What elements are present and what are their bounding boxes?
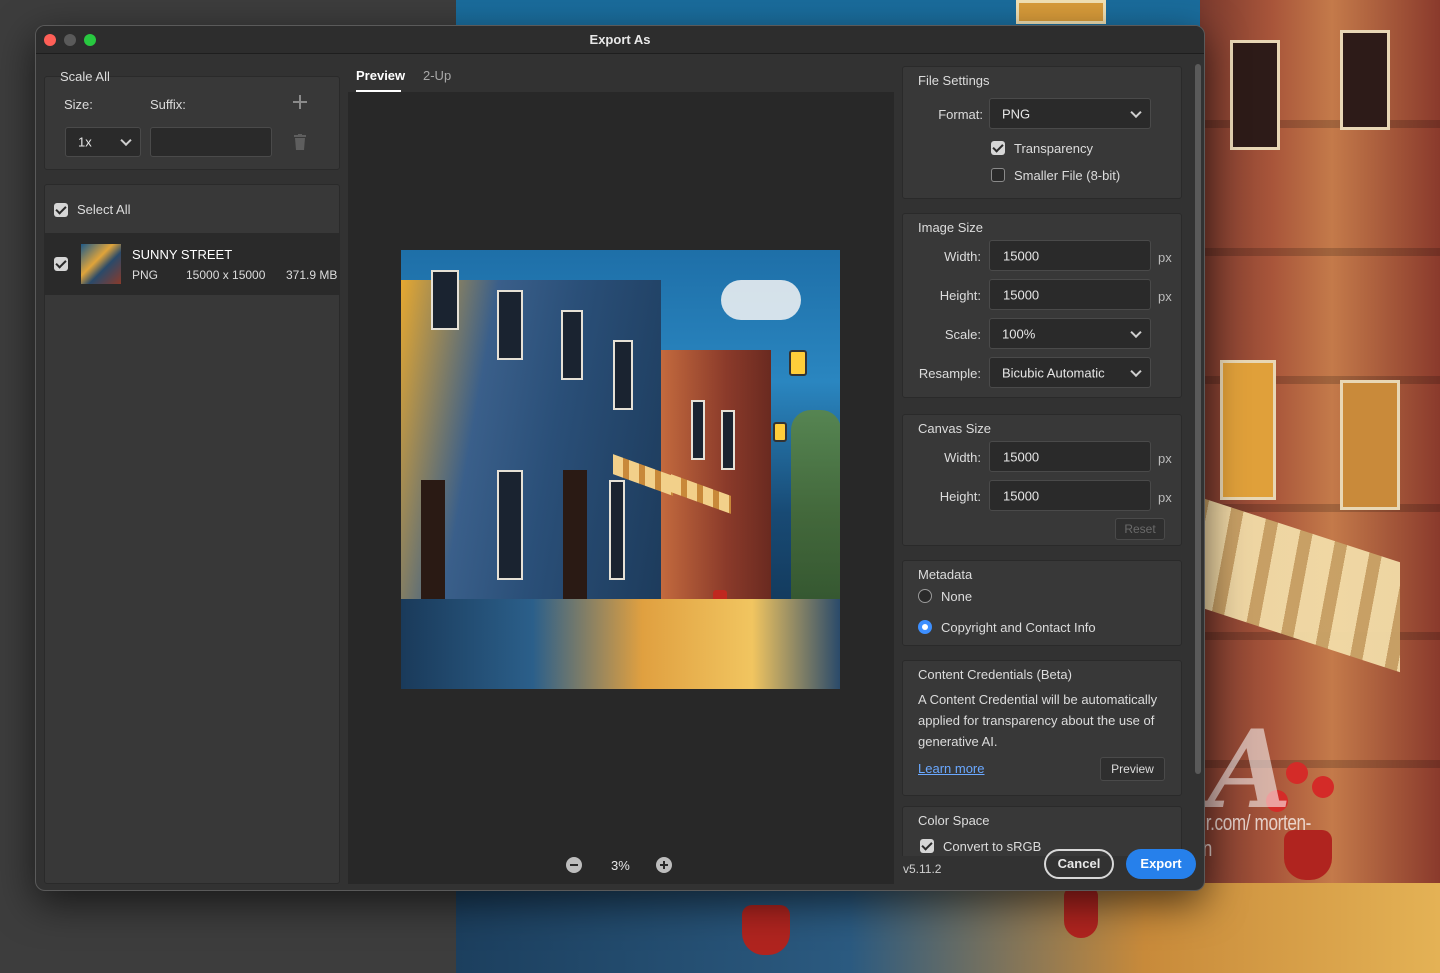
color-space-title: Color Space <box>918 813 990 828</box>
image-height-unit: px <box>1158 289 1172 304</box>
add-scale-icon[interactable] <box>293 95 307 109</box>
settings-panel: File Settings Format: PNG Transparency S… <box>894 66 1204 856</box>
scale-all-title: Scale All <box>60 69 110 84</box>
tab-preview[interactable]: Preview <box>356 68 405 83</box>
select-all-label: Select All <box>77 202 131 217</box>
window-title: Export As <box>589 32 651 47</box>
image-size-title: Image Size <box>918 220 984 235</box>
transparency-checkbox[interactable] <box>991 141 1005 155</box>
version-label: v5.11.2 <box>903 862 942 876</box>
chevron-down-icon <box>1130 365 1142 377</box>
scale-label: Scale: <box>944 327 981 342</box>
content-credentials-line-2: applied for transparency about the use o… <box>918 713 1155 728</box>
export-button[interactable]: Export <box>1126 849 1196 879</box>
preview-canvas <box>348 92 894 884</box>
metadata-none-radio[interactable] <box>918 589 932 603</box>
zoom-level: 3% <box>611 858 630 873</box>
cancel-button[interactable]: Cancel <box>1044 849 1114 879</box>
image-width-label: Width: <box>944 249 981 264</box>
convert-srgb-checkbox[interactable] <box>920 839 934 853</box>
file-thumbnail <box>81 244 121 284</box>
left-panel: Scale All Size: Suffix: 1x Select All SU… <box>44 69 340 884</box>
settings-scrollbar[interactable] <box>1195 64 1201 774</box>
transparency-label: Transparency <box>1014 141 1093 156</box>
metadata-section: Metadata None Copyright and Contact Info <box>902 560 1182 646</box>
content-credentials-line-3: generative AI. <box>918 734 998 749</box>
preview-image <box>401 250 840 689</box>
file-name: SUNNY STREET <box>132 247 233 262</box>
zoom-in-button[interactable] <box>656 857 672 873</box>
smaller-file-label: Smaller File (8-bit) <box>1014 168 1121 183</box>
canvas-width-input[interactable]: 15000 <box>989 441 1151 472</box>
file-checkbox[interactable] <box>54 257 68 271</box>
convert-srgb-label: Convert to sRGB <box>943 839 1042 854</box>
image-height-label: Height: <box>939 288 981 303</box>
canvas-width-unit: px <box>1158 451 1172 466</box>
format-label: Format: <box>938 107 983 122</box>
canvas-height-label: Height: <box>939 489 981 504</box>
image-size-section: Image Size Width: 15000 px Height: 15000… <box>902 213 1182 398</box>
metadata-copyright-label: Copyright and Contact Info <box>941 620 1096 635</box>
canvas-height-input[interactable]: 15000 <box>989 480 1151 511</box>
content-credentials-preview-button[interactable]: Preview <box>1100 757 1165 781</box>
file-list: Select All SUNNY STREET PNG 15000 x 1500… <box>44 184 340 884</box>
image-width-input[interactable]: 15000 <box>989 240 1151 271</box>
trash-icon[interactable] <box>293 134 307 150</box>
scale-select[interactable]: 100% <box>989 318 1151 349</box>
size-label: Size: <box>64 97 93 112</box>
file-row[interactable]: SUNNY STREET PNG 15000 x 15000 371.9 MB <box>45 233 339 295</box>
resample-select[interactable]: Bicubic Automatic <box>989 357 1151 388</box>
file-settings-section: File Settings Format: PNG Transparency S… <box>902 66 1182 199</box>
metadata-title: Metadata <box>918 567 973 582</box>
reset-button[interactable]: Reset <box>1115 518 1165 540</box>
export-as-dialog: Export As Scale All Size: Suffix: 1x Sel… <box>35 25 1205 891</box>
canvas-size-section: Canvas Size Width: 15000 px Height: 1500… <box>902 414 1182 546</box>
file-settings-title: File Settings <box>918 73 990 88</box>
metadata-none-label: None <box>941 589 973 604</box>
title-bar: Export As <box>36 26 1204 54</box>
canvas-height-unit: px <box>1158 490 1172 505</box>
select-all-checkbox[interactable] <box>54 203 68 217</box>
resample-label: Resample: <box>918 366 981 381</box>
metadata-copyright-radio[interactable] <box>918 620 932 634</box>
zoom-out-button[interactable] <box>566 857 582 873</box>
tab-2-up[interactable]: 2-Up <box>423 68 451 83</box>
chevron-down-icon <box>120 134 132 147</box>
chevron-down-icon <box>1130 326 1142 338</box>
image-height-input[interactable]: 15000 <box>989 279 1151 310</box>
smaller-file-checkbox[interactable] <box>991 168 1005 182</box>
watermark-logo: A <box>1208 707 1292 833</box>
content-credentials-title: Content Credentials (Beta) <box>918 667 1072 682</box>
suffix-input[interactable] <box>150 127 272 157</box>
suffix-label: Suffix: <box>150 97 186 112</box>
file-dimensions: 15000 x 15000 <box>186 268 266 282</box>
scale-size-select[interactable]: 1x <box>65 127 141 157</box>
file-format: PNG <box>132 268 159 282</box>
learn-more-link[interactable]: Learn more <box>918 761 984 776</box>
format-select[interactable]: PNG <box>989 98 1151 129</box>
scale-all-section: Scale All Size: Suffix: 1x <box>44 69 340 170</box>
canvas-width-label: Width: <box>944 450 981 465</box>
zoom-controls: 3% <box>566 857 676 877</box>
file-size: 371.9 MB <box>286 268 338 282</box>
content-credentials-section: Content Credentials (Beta) A Content Cre… <box>902 660 1182 796</box>
content-credentials-line-1: A Content Credential will be automatical… <box>918 692 1158 707</box>
canvas-size-title: Canvas Size <box>918 421 991 436</box>
chevron-down-icon <box>1130 106 1142 118</box>
image-width-unit: px <box>1158 250 1172 265</box>
